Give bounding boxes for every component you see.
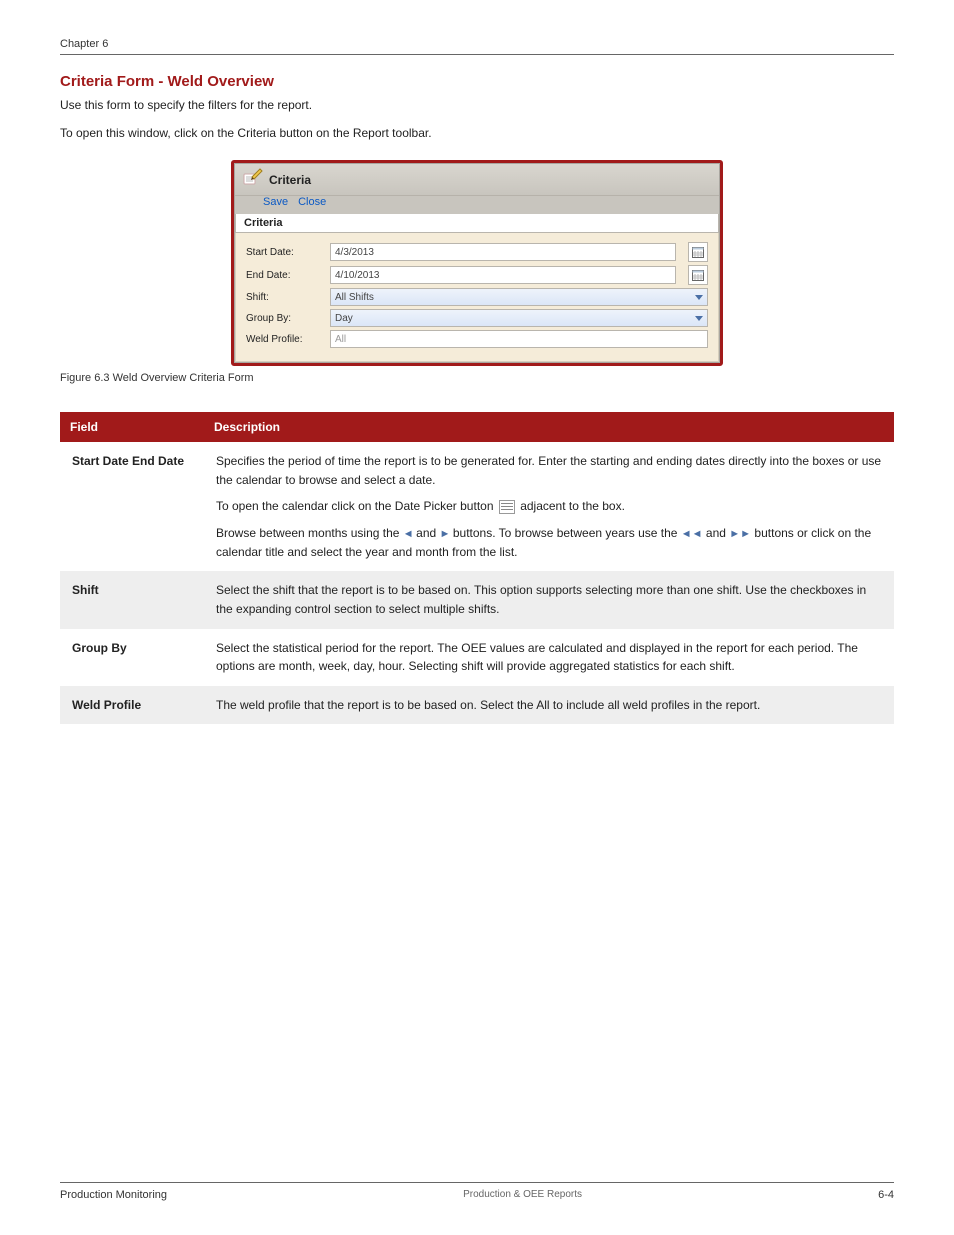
prev-month-icon: ◄ — [403, 526, 413, 543]
intro-line-1: Use this form to specify the filters for… — [60, 96, 894, 114]
th-field: Field — [60, 412, 204, 442]
weld-profile-field[interactable]: All — [330, 330, 708, 348]
cell-desc-groupby: Select the statistical period for the re… — [204, 629, 894, 686]
end-date-label: End Date: — [246, 270, 322, 281]
prev-year-icon: ◄◄ — [681, 528, 703, 540]
shift-label: Shift: — [246, 292, 322, 303]
criteria-section-header: Criteria — [235, 214, 719, 233]
start-date-picker-button[interactable] — [688, 242, 708, 262]
shift-value: All Shifts — [335, 292, 374, 303]
top-rule — [60, 54, 894, 55]
footer-left: Production Monitoring — [60, 1189, 167, 1201]
chapter-label: Chapter 6 — [60, 38, 894, 50]
criteria-dialog: Criteria Save Close Criteria Start Date:… — [231, 160, 723, 366]
cell-desc-dates: Specifies the period of time the report … — [204, 442, 894, 571]
intro-line-2: To open this window, click on the Criter… — [60, 124, 894, 142]
group-by-label: Group By: — [246, 313, 322, 324]
dates-desc-p1: Specifies the period of time the report … — [216, 454, 881, 487]
dates-desc-p2b: adjacent to the box. — [520, 499, 625, 513]
table-row: Shift Select the shift that the report i… — [60, 571, 894, 628]
dates-desc-p3d: and — [706, 526, 726, 540]
table-row: Group By Select the statistical period f… — [60, 629, 894, 686]
start-date-label: Start Date: — [246, 247, 322, 258]
chevron-down-icon — [695, 295, 703, 300]
cell-label-weldprofile: Weld Profile — [60, 686, 204, 725]
chevron-down-icon — [695, 316, 703, 321]
close-link[interactable]: Close — [298, 196, 326, 208]
section-title: Criteria Form - Weld Overview — [60, 73, 894, 90]
save-link[interactable]: Save — [263, 196, 288, 208]
table-row: Start Date End Date Specifies the period… — [60, 442, 894, 571]
dates-desc-p3a: Browse between months using the — [216, 526, 399, 540]
cell-label-shift: Shift — [60, 571, 204, 628]
dates-desc-p3c: buttons. To browse between years use the — [453, 526, 678, 540]
dialog-title: Criteria — [269, 173, 311, 187]
th-desc: Description — [204, 412, 894, 442]
dates-desc-p2a: To open the calendar click on the Date P… — [216, 499, 494, 513]
footer-right: 6-4 — [878, 1189, 894, 1201]
shift-select[interactable]: All Shifts — [330, 288, 708, 306]
cell-label-groupby: Group By — [60, 629, 204, 686]
table-row: Weld Profile The weld profile that the r… — [60, 686, 894, 725]
cell-label-dates: Start Date End Date — [60, 442, 204, 571]
group-by-value: Day — [335, 313, 353, 324]
group-by-select[interactable]: Day — [330, 309, 708, 327]
start-date-field[interactable]: 4/3/2013 — [330, 243, 676, 261]
next-month-icon: ► — [440, 526, 450, 543]
weld-profile-label: Weld Profile: — [246, 334, 322, 345]
figure-caption: Figure 6.3 Weld Overview Criteria Form — [60, 372, 894, 384]
page-footer: Production Monitoring Production & OEE R… — [60, 1182, 894, 1201]
pencil-notepad-icon — [243, 168, 263, 191]
criteria-table: Field Description Start Date End Date Sp… — [60, 412, 894, 724]
end-date-picker-button[interactable] — [688, 265, 708, 285]
footer-mid: Production & OEE Reports — [463, 1189, 582, 1201]
cell-desc-weldprofile: The weld profile that the report is to b… — [204, 686, 894, 725]
calendar-icon — [499, 500, 515, 514]
cell-desc-shift: Select the shift that the report is to b… — [204, 571, 894, 628]
dates-desc-p3b: and — [416, 526, 436, 540]
end-date-field[interactable]: 4/10/2013 — [330, 266, 676, 284]
next-year-icon: ►► — [729, 528, 751, 540]
